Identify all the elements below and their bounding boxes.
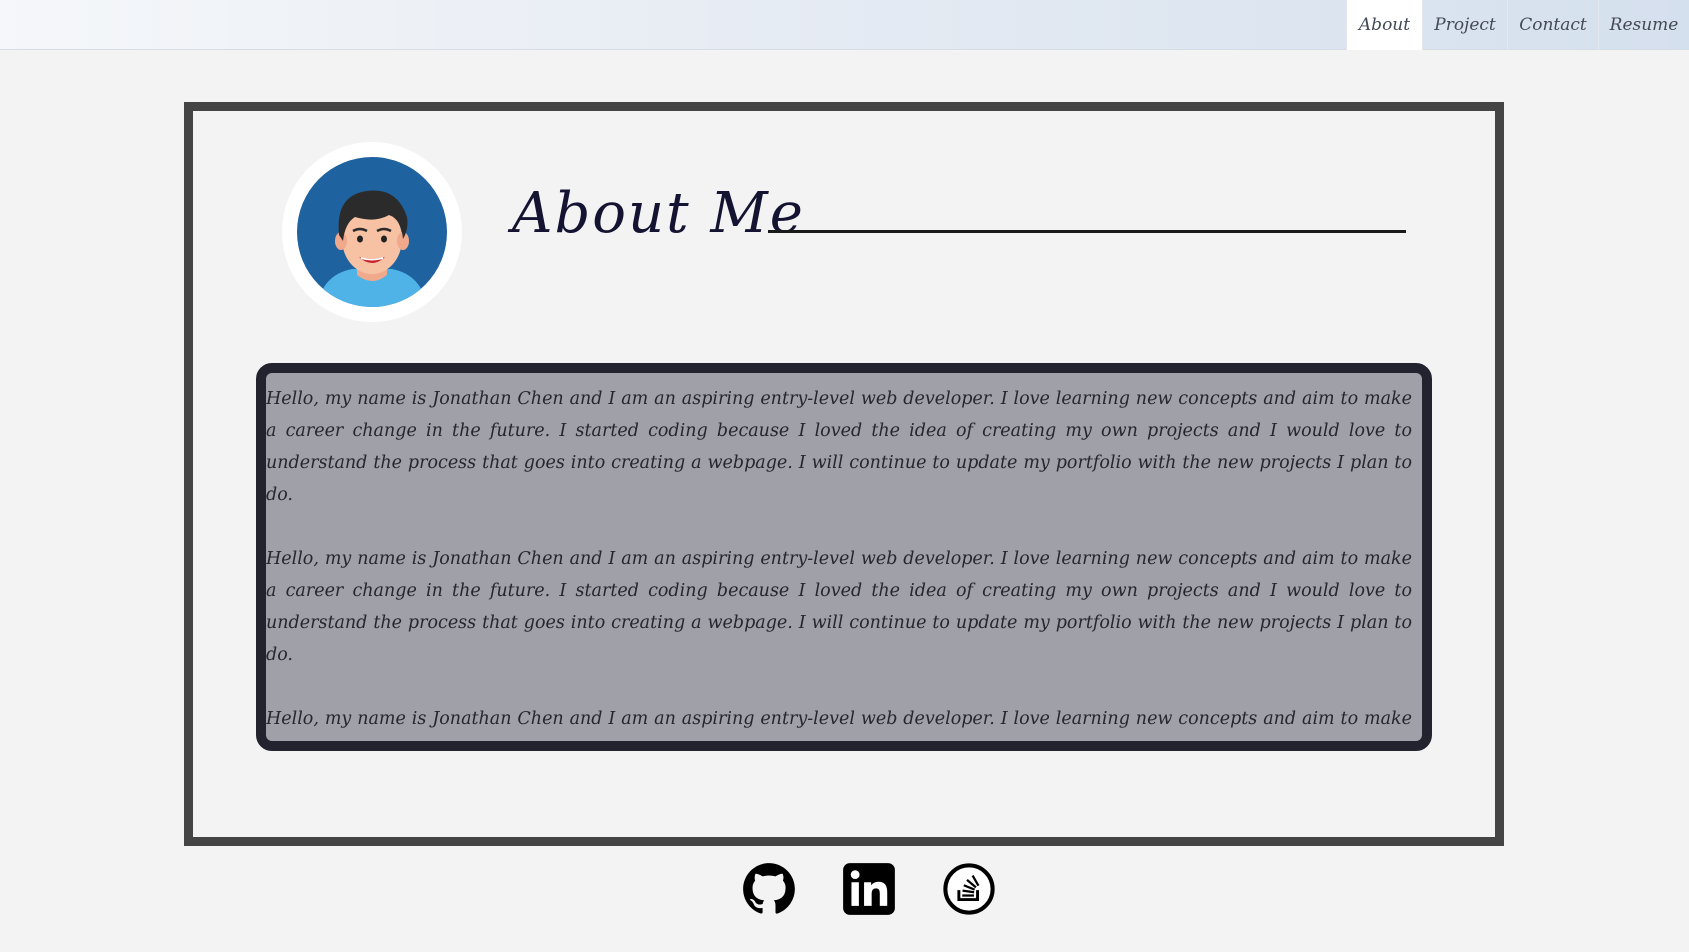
- avatar: [282, 142, 462, 322]
- tab-project[interactable]: Project: [1422, 0, 1507, 50]
- linkedin-icon[interactable]: [842, 862, 896, 916]
- stackoverflow-icon[interactable]: [942, 862, 996, 916]
- github-icon[interactable]: [742, 862, 796, 916]
- tab-resume[interactable]: Resume: [1598, 0, 1689, 50]
- avatar-illustration: [297, 157, 447, 307]
- page-title: About Me: [512, 181, 805, 246]
- tab-contact[interactable]: Contact: [1507, 0, 1598, 50]
- bio-paragraph: Hello, my name is Jonathan Chen and I am…: [266, 389, 1412, 505]
- bio-paragraph: Hello, my name is Jonathan Chen and I am…: [266, 709, 1412, 751]
- tab-about[interactable]: About: [1346, 0, 1422, 50]
- social-links: [0, 862, 1689, 920]
- bio-box: Hello, my name is Jonathan Chen and I am…: [256, 363, 1432, 751]
- nav-tabs: About Project Contact Resume: [1346, 0, 1689, 50]
- bio-paragraph: Hello, my name is Jonathan Chen and I am…: [266, 549, 1412, 665]
- top-navbar: About Project Contact Resume: [0, 0, 1689, 50]
- title-divider: [768, 230, 1406, 233]
